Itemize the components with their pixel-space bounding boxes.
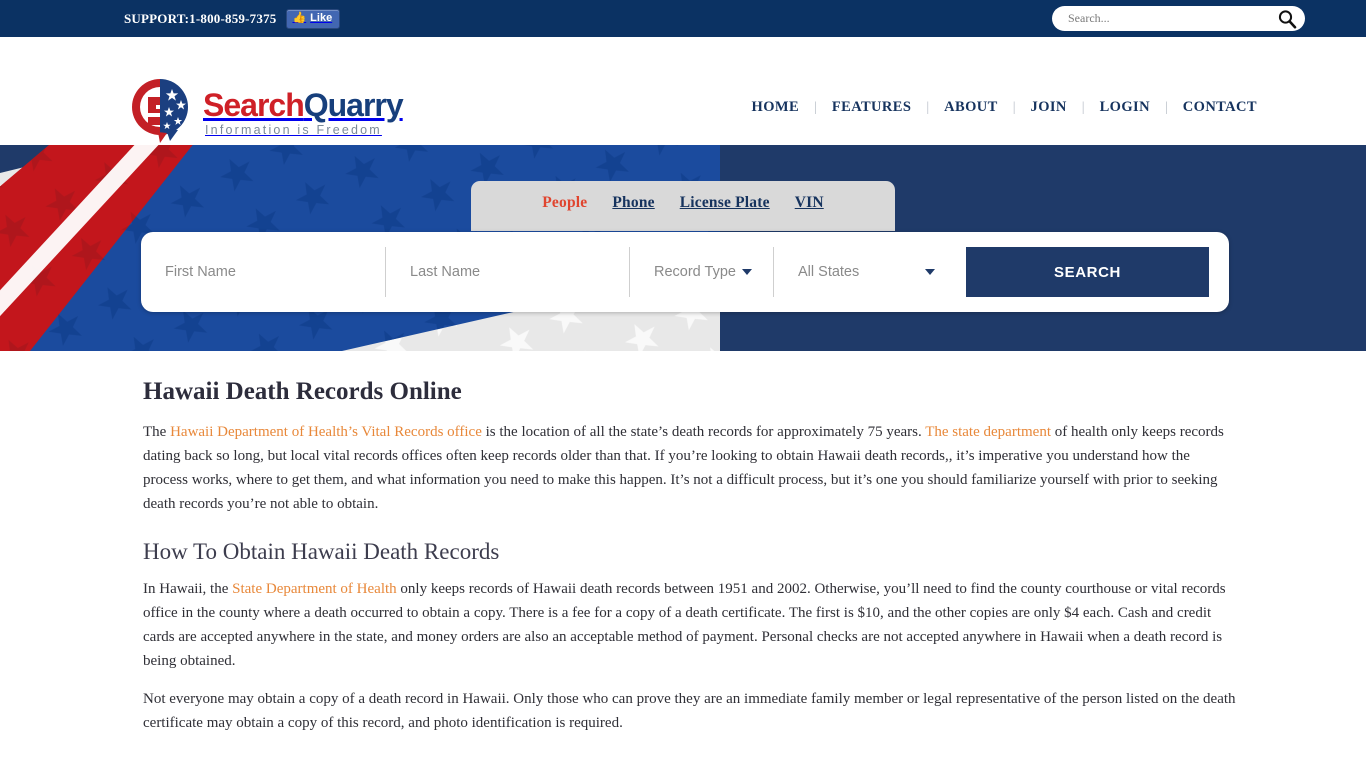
nav-item-about[interactable]: ABOUT — [929, 99, 1013, 116]
site-search-input[interactable] — [1066, 8, 1277, 29]
searchquarry-logo-icon — [128, 77, 194, 145]
main-navigation: HOME | FEATURES | ABOUT | JOIN | LOGIN |… — [737, 99, 1272, 116]
article-heading: Hawaii Death Records Online — [143, 378, 462, 405]
search-button[interactable]: SEARCH — [966, 247, 1209, 297]
first-name-placeholder: First Name — [165, 264, 236, 280]
article-content: Hawaii Death Records Online The Hawaii D… — [0, 378, 1366, 735]
state-select[interactable]: All States — [773, 247, 953, 297]
link-vital-records-office[interactable]: Hawaii Department of Health’s Vital Reco… — [170, 424, 482, 440]
site-search-box[interactable] — [1052, 6, 1305, 31]
logo-wordmark: SearchQuarry Information is Freedom — [203, 86, 404, 137]
last-name-field[interactable]: Last Name — [385, 247, 629, 297]
nav-item-login[interactable]: LOGIN — [1085, 99, 1165, 116]
search-type-tabs: People Phone License Plate VIN — [471, 181, 895, 231]
support-phone-label: SUPPORT:1-800-859-7375 — [124, 10, 277, 26]
chevron-down-icon — [925, 269, 935, 275]
article-paragraph-1: The Hawaii Department of Health’s Vital … — [143, 420, 1238, 516]
tab-phone[interactable]: Phone — [612, 194, 654, 212]
top-utility-bar: SUPPORT:1-800-859-7375 👍 Like — [0, 0, 1366, 37]
nav-item-join[interactable]: JOIN — [1016, 99, 1082, 116]
nav-item-home[interactable]: HOME — [737, 99, 815, 116]
nav-item-contact[interactable]: CONTACT — [1168, 99, 1272, 116]
record-type-select[interactable]: Record Type — [629, 247, 773, 297]
last-name-placeholder: Last Name — [410, 264, 481, 280]
article-paragraph-2: In Hawaii, the State Department of Healt… — [143, 577, 1238, 673]
facebook-like-button[interactable]: 👍 Like — [286, 8, 341, 29]
first-name-field[interactable]: First Name — [141, 247, 385, 297]
state-label: All States — [798, 264, 860, 280]
site-logo[interactable]: SearchQuarry Information is Freedom — [128, 77, 404, 145]
record-type-label: Record Type — [654, 264, 736, 280]
support-area: SUPPORT:1-800-859-7375 👍 Like — [124, 0, 341, 37]
chevron-down-icon — [741, 269, 752, 275]
link-state-department-of-health[interactable]: State Department of Health — [232, 581, 397, 597]
tab-license-plate[interactable]: License Plate — [680, 194, 770, 212]
paragraph-text: is the location of all the state’s death… — [481, 424, 926, 440]
tab-people[interactable]: People — [542, 194, 587, 212]
facebook-like-label: Like — [310, 12, 333, 24]
link-state-department[interactable]: The state department — [925, 424, 1051, 440]
paragraph-text: In Hawaii, the — [143, 581, 233, 597]
hero-search-banner: People Phone License Plate VIN First Nam… — [0, 145, 1366, 351]
search-icon[interactable] — [1277, 9, 1297, 29]
logo-tagline: Information is Freedom — [205, 122, 382, 137]
tab-vin[interactable]: VIN — [795, 194, 824, 212]
article-subheading: How To Obtain Hawaii Death Records — [143, 539, 500, 564]
article-paragraph-3: Not everyone may obtain a copy of a deat… — [143, 691, 1236, 731]
site-header: SearchQuarry Information is Freedom HOME… — [0, 37, 1366, 197]
logo-word-search: Search — [203, 86, 305, 123]
nav-item-features[interactable]: FEATURES — [817, 99, 926, 116]
logo-word-quarry: Quarry — [303, 86, 404, 123]
paragraph-text: The — [143, 424, 171, 440]
people-search-form: First Name Last Name Record Type All Sta… — [141, 232, 1229, 312]
thumbs-up-icon: 👍 — [292, 12, 307, 24]
